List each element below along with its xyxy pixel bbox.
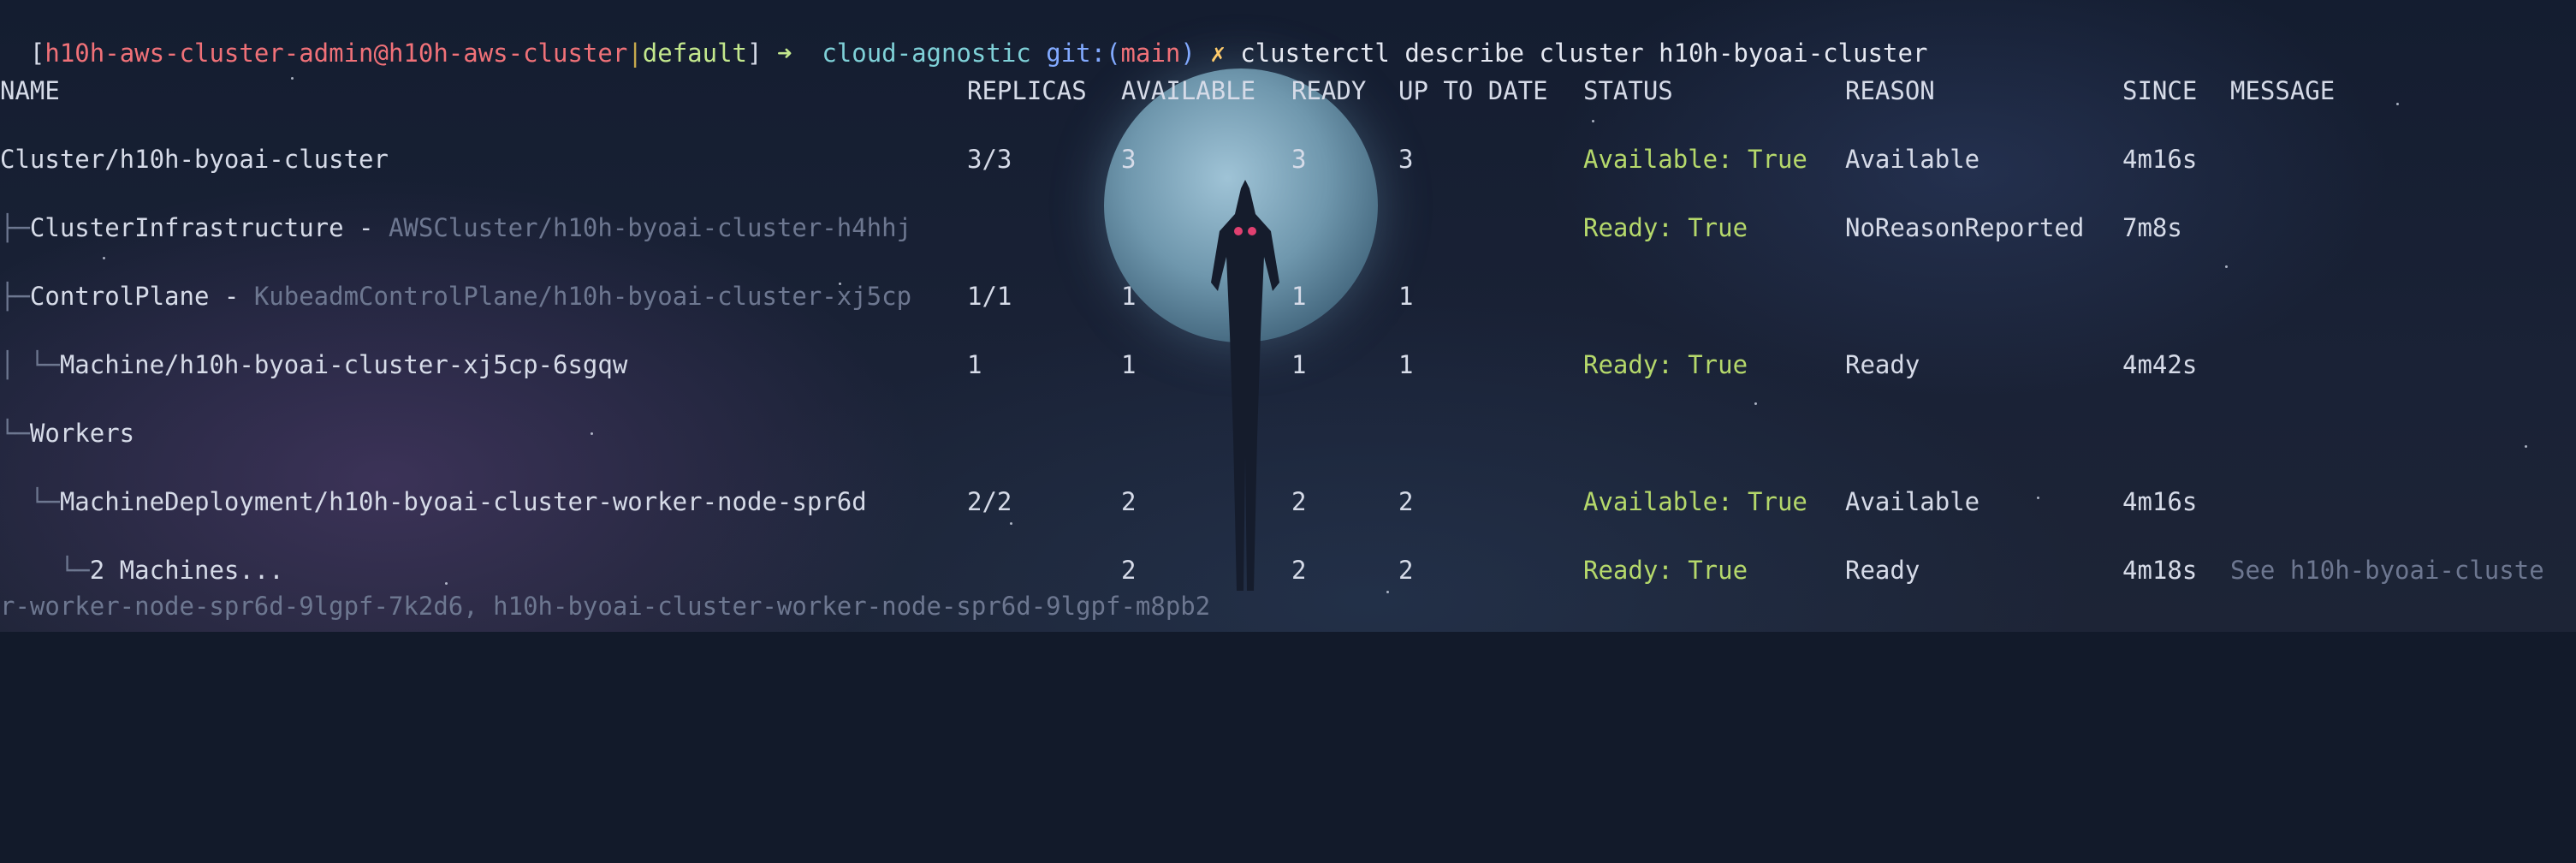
header-ready: READY <box>1291 76 1367 105</box>
available-cell: 2 <box>1121 487 1137 516</box>
tree-branch: └─ <box>0 419 30 448</box>
since-cell: 4m18s <box>2122 556 2198 585</box>
since-cell: 4m16s <box>2122 145 2198 174</box>
header-uptodate: UP TO DATE <box>1398 76 1548 105</box>
uptodate-cell: 1 <box>1398 282 1414 311</box>
prompt-context: default <box>642 39 747 68</box>
status-cell: Ready: True <box>1583 213 1748 242</box>
prompt-git-close: ) <box>1180 39 1196 68</box>
ready-cell: 2 <box>1291 556 1307 585</box>
header-reason: REASON <box>1845 76 1935 105</box>
prompt-git-label: git:( <box>1046 39 1121 68</box>
ready-cell: 1 <box>1291 350 1307 379</box>
prompt-dirty-icon: ✗ <box>1210 39 1226 68</box>
header-replicas: REPLICAS <box>967 76 1087 105</box>
resource-name: Workers <box>29 419 135 448</box>
reason-cell: Ready <box>1845 556 1920 585</box>
ready-cell: 2 <box>1291 487 1307 516</box>
since-cell: 4m16s <box>2122 487 2198 516</box>
prompt-pipe: | <box>627 39 643 68</box>
header-available: AVAILABLE <box>1121 76 1256 105</box>
resource-name: Cluster/h10h-byoai-cluster <box>0 145 389 174</box>
uptodate-cell: 2 <box>1398 556 1414 585</box>
available-cell: 2 <box>1121 556 1137 585</box>
message-cell: See h10h-byoai-cluste <box>2230 556 2544 585</box>
resource-name: Machine/h10h-byoai-cluster-xj5cp-6sgqw <box>59 350 628 379</box>
ready-cell: 1 <box>1291 282 1307 311</box>
prompt-user-host: h10h-aws-cluster-admin@h10h-aws-cluster <box>45 39 628 68</box>
uptodate-cell: 2 <box>1398 487 1414 516</box>
resource-name: MachineDeployment/h10h-byoai-cluster-wor… <box>59 487 867 516</box>
command-input[interactable]: clusterctl describe cluster h10h-byoai-c… <box>1240 39 1927 68</box>
since-cell: 4m42s <box>2122 350 2198 379</box>
header-message: MESSAGE <box>2230 76 2336 105</box>
header-status: STATUS <box>1583 76 1673 105</box>
status-cell: Ready: True <box>1583 556 1748 585</box>
prompt-directory: cloud-agnostic <box>822 39 1031 68</box>
uptodate-cell: 1 <box>1398 350 1414 379</box>
resource-name: ClusterInfrastructure - <box>29 213 389 242</box>
status-cell: Available: True <box>1583 487 1807 516</box>
prompt-arrow-icon: ➜ <box>776 39 792 68</box>
reason-cell: Available <box>1845 145 1980 174</box>
uptodate-cell: 3 <box>1398 145 1414 174</box>
since-cell: 7m8s <box>2122 213 2182 242</box>
status-cell: Ready: True <box>1583 350 1748 379</box>
resource-name: ControlPlane - <box>29 282 254 311</box>
tree-branch: ├─ <box>0 213 30 242</box>
prompt-line: [h10h-aws-cluster-admin@h10h-aws-cluster… <box>0 7 1927 68</box>
prompt-git-branch: main <box>1120 39 1181 68</box>
robot-silhouette-image <box>1211 180 1279 591</box>
resource-ref: KubeadmControlPlane/h10h-byoai-cluster-x… <box>253 282 912 311</box>
available-cell: 1 <box>1121 350 1137 379</box>
resource-name: 2 Machines... <box>89 556 284 585</box>
replicas-cell: 1 <box>967 350 982 379</box>
reason-cell: Available <box>1845 487 1980 516</box>
replicas-cell: 3/3 <box>967 145 1012 174</box>
status-cell: Available: True <box>1583 145 1807 174</box>
wrapped-message-line: r-worker-node-spr6d-9lgpf-7k2d6, h10h-by… <box>0 592 1211 621</box>
tree-branch: │ └─ <box>0 350 60 379</box>
header-name: NAME <box>0 76 60 105</box>
reason-cell: Ready <box>1845 350 1920 379</box>
replicas-cell: 2/2 <box>967 487 1012 516</box>
ready-cell: 3 <box>1291 145 1307 174</box>
resource-ref: AWSCluster/h10h-byoai-cluster-h4hhj <box>388 213 912 242</box>
tree-branch: ├─ <box>0 282 30 311</box>
header-since: SINCE <box>2122 76 2198 105</box>
tree-branch: └─ <box>0 487 60 516</box>
tree-branch: └─ <box>0 556 90 585</box>
reason-cell: NoReasonReported <box>1845 213 2085 242</box>
available-cell: 3 <box>1121 145 1137 174</box>
available-cell: 1 <box>1121 282 1137 311</box>
replicas-cell: 1/1 <box>967 282 1012 311</box>
prompt-bracket-open: [ <box>29 39 45 68</box>
prompt-bracket-close: ] <box>747 39 763 68</box>
